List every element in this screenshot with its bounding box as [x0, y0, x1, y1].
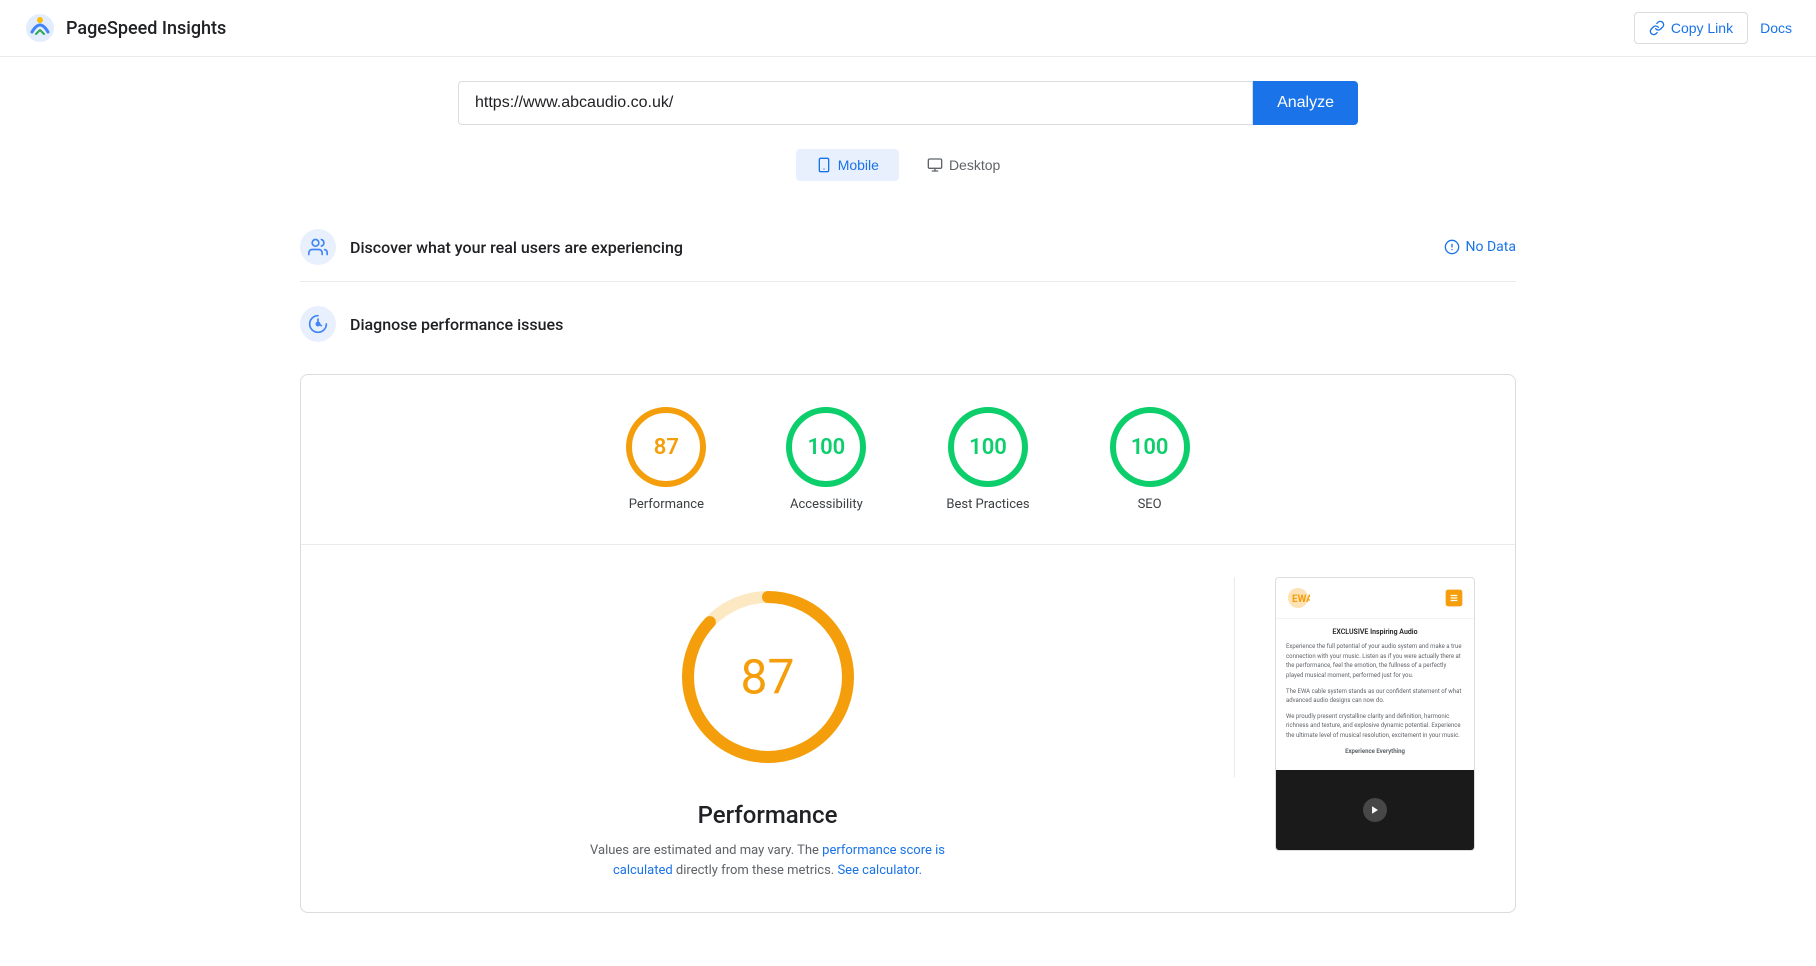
phone-para3: We proudly present crystalline clarity a…	[1286, 712, 1464, 741]
docs-button[interactable]: Docs	[1760, 20, 1792, 36]
scores-row: 87 Performance 100 Accessibility 100 Bes…	[301, 375, 1515, 545]
performance-note: Values are estimated and may vary. The p…	[568, 841, 968, 880]
diagnose-title: Diagnose performance issues	[350, 315, 563, 334]
copy-link-label: Copy Link	[1671, 20, 1733, 36]
score-circle-seo: 100	[1110, 407, 1190, 487]
analyze-button[interactable]: Analyze	[1253, 81, 1358, 125]
header-left: PageSpeed Insights	[24, 12, 226, 44]
desktop-icon	[927, 157, 943, 173]
users-icon	[308, 237, 328, 257]
performance-section-title: Performance	[698, 801, 838, 829]
real-users-section: Discover what your real users are experi…	[300, 213, 1516, 282]
url-input[interactable]	[458, 81, 1253, 125]
detail-divider	[1234, 577, 1235, 777]
phone-black-section	[1276, 770, 1474, 850]
score-item-performance: 87 Performance	[626, 407, 706, 512]
phone-content: EXCLUSIVE Inspiring Audio Experience the…	[1276, 619, 1474, 770]
phone-mockup: EWA EXCLUSIVE Inspiring Audio Experience…	[1275, 577, 1475, 851]
score-item-accessibility: 100 Accessibility	[786, 407, 866, 512]
score-label-best-practices: Best Practices	[946, 497, 1029, 512]
pagespeed-logo-icon	[24, 12, 56, 44]
score-circle-accessibility: 100	[786, 407, 866, 487]
svg-text:EWA: EWA	[1292, 594, 1310, 605]
diagnose-section: Diagnose performance issues	[300, 290, 1516, 358]
score-value-seo: 100	[1131, 435, 1169, 460]
score-item-seo: 100 SEO	[1110, 407, 1190, 512]
tab-desktop[interactable]: Desktop	[907, 149, 1020, 181]
phone-site-name: EXCLUSIVE Inspiring Audio	[1286, 627, 1464, 638]
performance-left: 87 Performance Values are estimated and …	[341, 577, 1194, 880]
no-data-label: No Data	[1466, 239, 1516, 255]
score-label-performance: Performance	[629, 497, 704, 512]
score-label-seo: SEO	[1138, 497, 1162, 512]
desktop-tab-label: Desktop	[949, 157, 1000, 173]
perf-note-prefix: Values are estimated and may vary. The	[590, 843, 819, 858]
perf-calculator-link[interactable]: See calculator.	[837, 863, 922, 878]
score-value-best-practices: 100	[969, 435, 1007, 460]
diagnose-left: Diagnose performance issues	[300, 306, 563, 342]
real-users-title: Discover what your real users are experi…	[350, 238, 683, 257]
real-users-icon-container	[300, 229, 336, 265]
header-right: Copy Link Docs	[1634, 12, 1792, 44]
score-value-accessibility: 100	[808, 435, 846, 460]
no-data-indicator: No Data	[1444, 239, 1516, 255]
link-icon	[1649, 20, 1665, 36]
score-circle-performance: 87	[626, 407, 706, 487]
app-title: PageSpeed Insights	[66, 18, 226, 39]
phone-top-bar: EWA	[1276, 578, 1474, 619]
url-form: Analyze	[458, 81, 1358, 125]
main-content: Analyze Mobile Desktop	[268, 57, 1548, 937]
performance-gauge: 87	[668, 577, 868, 777]
info-icon	[1444, 239, 1460, 255]
play-icon	[1370, 805, 1380, 815]
mobile-tab-label: Mobile	[838, 157, 879, 173]
score-circle-best-practices: 100	[948, 407, 1028, 487]
phone-para2: The EWA cable system stands as our confi…	[1286, 687, 1464, 706]
header: PageSpeed Insights Copy Link Docs	[0, 0, 1816, 57]
device-tabs: Mobile Desktop	[300, 149, 1516, 181]
copy-link-button[interactable]: Copy Link	[1634, 12, 1748, 44]
perf-note-middle: directly from these metrics.	[676, 863, 834, 878]
score-value-performance: 87	[654, 435, 679, 460]
phone-para1: Experience the full potential of your au…	[1286, 642, 1464, 680]
diagnose-icon-container	[300, 306, 336, 342]
score-label-accessibility: Accessibility	[790, 497, 863, 512]
score-item-best-practices: 100 Best Practices	[946, 407, 1029, 512]
phone-play-button	[1363, 798, 1387, 822]
phone-experience-label: Experience Everything	[1286, 747, 1464, 757]
mobile-icon	[816, 157, 832, 173]
phone-menu-icon	[1444, 588, 1464, 608]
performance-big-score: 87	[741, 649, 795, 706]
tab-mobile[interactable]: Mobile	[796, 149, 899, 181]
real-users-left: Discover what your real users are experi…	[300, 229, 683, 265]
performance-detail: 87 Performance Values are estimated and …	[301, 545, 1515, 912]
gauge-icon	[308, 314, 328, 334]
phone-logo-icon: EWA	[1286, 586, 1310, 610]
scores-card: 87 Performance 100 Accessibility 100 Bes…	[300, 374, 1516, 913]
url-section: Analyze	[300, 81, 1516, 125]
